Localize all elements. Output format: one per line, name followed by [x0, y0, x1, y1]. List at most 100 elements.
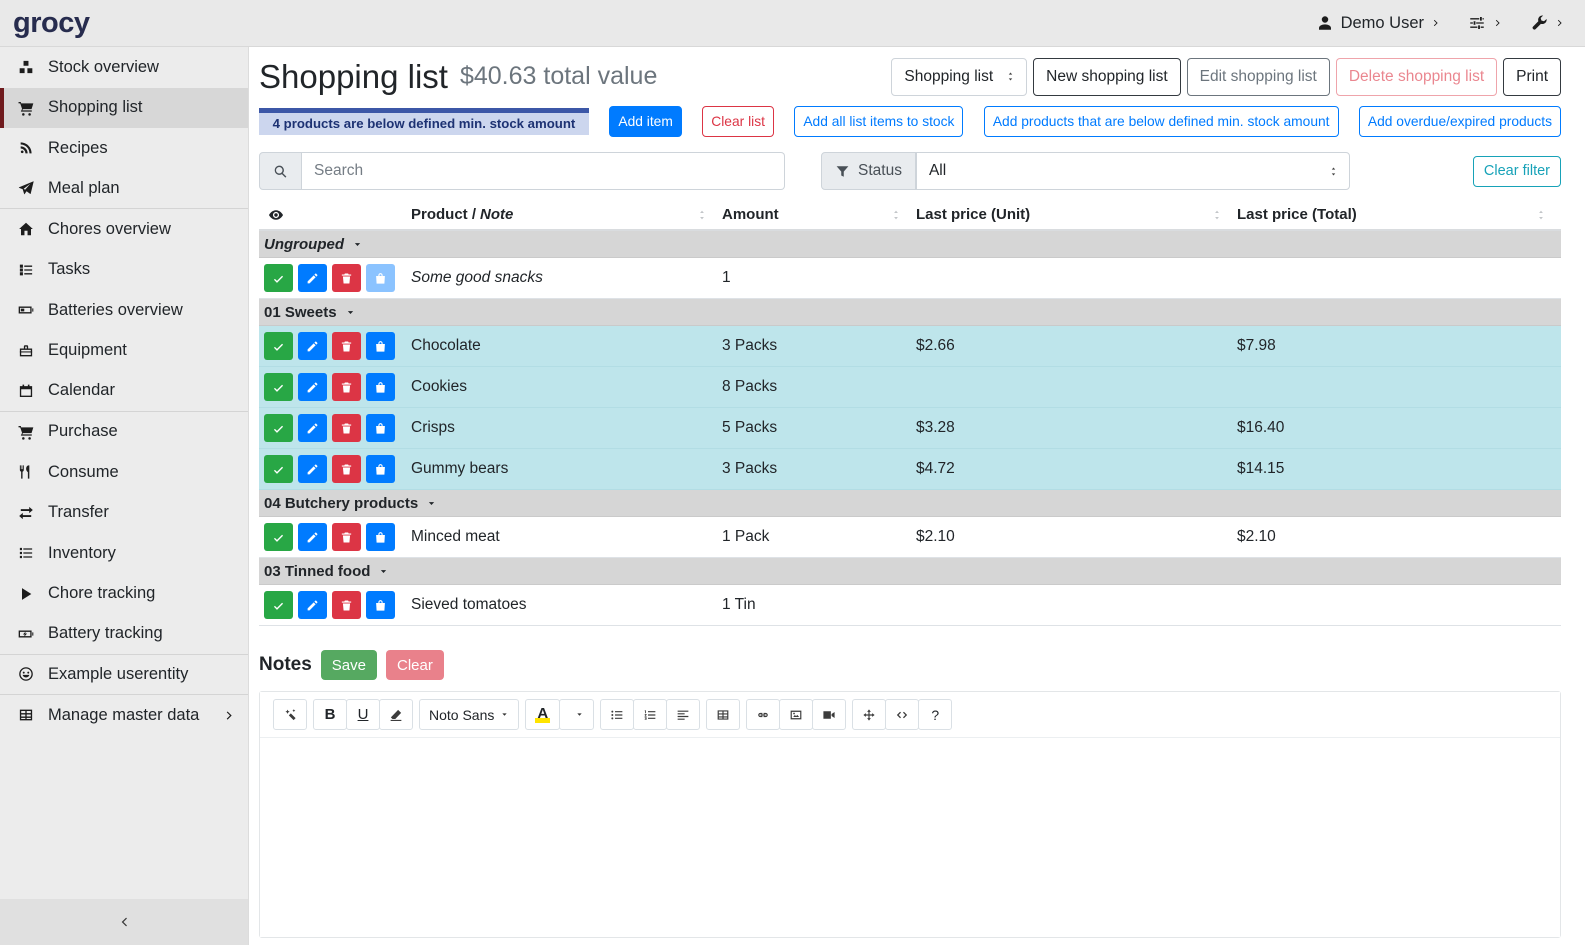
sidebar-item[interactable]: Shopping list [0, 88, 248, 129]
unordered-list-button[interactable] [600, 699, 634, 730]
product-cell: Cookies [411, 378, 722, 396]
edit-item-button[interactable] [298, 455, 327, 483]
sidebar-item[interactable]: Consume [0, 452, 248, 493]
insert-video-button[interactable] [812, 699, 846, 730]
group-header-row[interactable]: 03 Tinned food [259, 558, 1561, 585]
font-family-button[interactable]: Noto Sans [419, 699, 519, 730]
paragraph-align-button[interactable] [666, 699, 700, 730]
add-to-stock-button[interactable] [366, 414, 395, 442]
clear-filter-button[interactable]: Clear filter [1473, 156, 1561, 187]
edit-item-button[interactable] [298, 523, 327, 551]
sidebar-item[interactable]: Meal plan [0, 169, 248, 210]
settings-menu[interactable] [1468, 14, 1503, 32]
sidebar-item[interactable]: Transfer [0, 493, 248, 534]
column-header-visibility[interactable] [259, 207, 411, 223]
insert-link-button[interactable] [746, 699, 780, 730]
add-all-to-stock-button[interactable]: Add all list items to stock [794, 106, 963, 137]
group-header-row[interactable]: 01 Sweets [259, 299, 1561, 326]
code-view-button[interactable] [885, 699, 919, 730]
column-header-price-total[interactable]: Last price (Total) [1237, 206, 1561, 223]
edit-item-button[interactable] [298, 414, 327, 442]
add-to-stock-button[interactable] [366, 373, 395, 401]
edit-item-button[interactable] [298, 373, 327, 401]
edit-item-button[interactable] [298, 591, 327, 619]
delete-item-button[interactable] [332, 264, 361, 292]
sidebar-item[interactable]: Stock overview [0, 47, 248, 88]
print-button[interactable]: Print [1503, 58, 1561, 96]
edit-shopping-list-button[interactable]: Edit shopping list [1187, 58, 1330, 96]
add-item-button[interactable]: Add item [609, 106, 681, 137]
sidebar-item[interactable]: Example userentity [0, 655, 248, 696]
delete-item-button[interactable] [332, 332, 361, 360]
add-to-stock-button[interactable] [366, 591, 395, 619]
column-header-amount[interactable]: Amount [722, 206, 916, 223]
insert-image-button[interactable] [779, 699, 813, 730]
edit-item-button[interactable] [298, 264, 327, 292]
group-header-row[interactable]: Ungrouped [259, 231, 1561, 258]
add-overdue-button[interactable]: Add overdue/expired products [1359, 106, 1561, 137]
sidebar-item[interactable]: Inventory [0, 533, 248, 574]
sidebar-item[interactable]: Calendar [0, 371, 248, 412]
user-menu[interactable]: Demo User [1316, 14, 1441, 33]
app-logo[interactable]: grocy [13, 9, 89, 38]
group-header-row[interactable]: 04 Butchery products [259, 490, 1561, 517]
sidebar-item[interactable]: Tasks [0, 250, 248, 291]
help-button[interactable]: ? [918, 699, 952, 730]
sidebar-item[interactable]: Chore tracking [0, 574, 248, 615]
ordered-list-button[interactable] [633, 699, 667, 730]
sidebar-item[interactable]: Purchase [0, 412, 248, 453]
mark-done-button[interactable] [264, 414, 293, 442]
delete-shopping-list-button[interactable]: Delete shopping list [1336, 58, 1497, 96]
add-to-stock-button[interactable] [366, 332, 395, 360]
mark-done-button[interactable] [264, 373, 293, 401]
search-group [259, 152, 785, 190]
new-shopping-list-button[interactable]: New shopping list [1033, 58, 1180, 96]
magic-style-button[interactable] [273, 699, 307, 730]
notes-save-button[interactable]: Save [321, 650, 377, 680]
text-color-button[interactable]: A [525, 699, 560, 730]
exchange-icon [15, 505, 37, 521]
mark-done-button[interactable] [264, 455, 293, 483]
sidebar-item[interactable]: Manage master data [0, 695, 248, 736]
sort-icon [696, 209, 708, 221]
mark-done-button[interactable] [264, 332, 293, 360]
notes-editor-content[interactable] [260, 738, 1560, 937]
add-below-min-stock-button[interactable]: Add products that are below defined min.… [984, 106, 1339, 137]
status-filter-select[interactable]: All [916, 152, 1350, 190]
delete-item-button[interactable] [332, 523, 361, 551]
delete-item-button[interactable] [332, 414, 361, 442]
sidebar-collapse-button[interactable] [0, 899, 248, 945]
bold-button[interactable]: B [313, 699, 347, 730]
column-header-product[interactable]: Product / Note [411, 206, 722, 223]
price-total-cell: $7.98 [1237, 337, 1561, 355]
delete-item-button[interactable] [332, 373, 361, 401]
add-to-stock-button[interactable] [366, 455, 395, 483]
delete-item-button[interactable] [332, 591, 361, 619]
code-icon [895, 708, 909, 722]
mark-done-button[interactable] [264, 523, 293, 551]
fullscreen-button[interactable] [852, 699, 886, 730]
sidebar-item[interactable]: Batteries overview [0, 290, 248, 331]
delete-item-button[interactable] [332, 455, 361, 483]
mark-done-button[interactable] [264, 264, 293, 292]
mark-done-button[interactable] [264, 591, 293, 619]
add-to-stock-button[interactable] [366, 264, 395, 292]
sidebar-item[interactable]: Battery tracking [0, 614, 248, 655]
column-header-price-unit[interactable]: Last price (Unit) [916, 206, 1237, 223]
add-to-stock-button[interactable] [366, 523, 395, 551]
color-dropdown-button[interactable] [559, 699, 594, 730]
sidebar-item[interactable]: Recipes [0, 128, 248, 169]
search-input[interactable] [302, 152, 785, 190]
sidebar-item[interactable]: Chores overview [0, 209, 248, 250]
admin-menu[interactable] [1530, 14, 1565, 32]
price-unit-cell: $3.28 [916, 419, 1237, 437]
remove-format-button[interactable] [379, 699, 413, 730]
clear-list-button[interactable]: Clear list [702, 106, 774, 137]
sidebar-item[interactable]: Equipment [0, 331, 248, 372]
notes-clear-button[interactable]: Clear [386, 650, 444, 680]
table-body: Ungrouped [259, 231, 1561, 626]
underline-button[interactable]: U [346, 699, 380, 730]
insert-table-button[interactable] [706, 699, 740, 730]
shopping-list-select[interactable]: Shopping list [891, 58, 1027, 96]
edit-item-button[interactable] [298, 332, 327, 360]
